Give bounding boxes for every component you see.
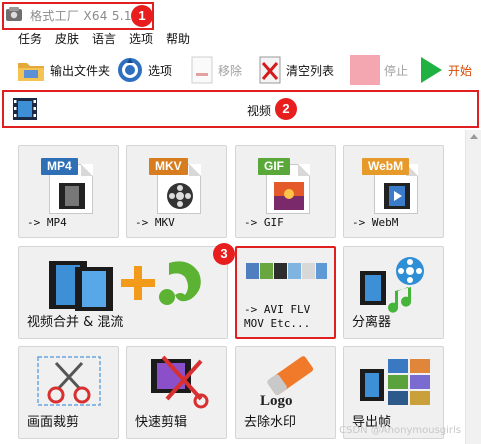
mkv-format-tag: MKV — [149, 158, 188, 175]
gif-format-tag: GIF — [258, 158, 290, 175]
menu-language[interactable]: 语言 — [92, 30, 116, 47]
highlight-box-3 — [235, 246, 336, 339]
tile-to-mp4[interactable]: MP4 -> MP4 — [18, 145, 119, 238]
vertical-scrollbar[interactable] — [465, 130, 481, 444]
options-button[interactable]: 选项 — [116, 54, 172, 86]
options-gear-icon — [118, 58, 142, 82]
film-reel-icon — [167, 183, 193, 209]
remove-button[interactable]: 移除 — [190, 54, 242, 86]
annotation-badge-2: 2 — [275, 98, 297, 120]
stop-button[interactable]: 停止 — [350, 54, 408, 86]
webm-format-tag: WebM — [362, 158, 410, 175]
remove-document-icon — [191, 56, 213, 84]
tile-label: 快速剪辑 — [135, 415, 188, 430]
logo-text: Logo — [260, 393, 293, 409]
tile-to-gif[interactable]: GIF -> GIF — [235, 145, 336, 238]
mp4-format-tag: MP4 — [41, 158, 78, 175]
title-bar: 格式工厂 X64 5.17 1 — [0, 0, 481, 30]
stop-square-icon — [350, 55, 380, 85]
tile-label: 画面裁剪 — [27, 415, 80, 430]
toolbar: 输出文件夹 选项 移除 清空列表 停止 开始 — [0, 50, 481, 90]
tile-label: -> GIF — [244, 216, 284, 229]
menu-task[interactable]: 任务 — [18, 30, 42, 47]
tile-quick-cut[interactable]: 快速剪辑 — [126, 346, 227, 439]
tile-remove-watermark[interactable]: Logo 去除水印 — [235, 346, 336, 439]
clear-list-icon — [259, 56, 281, 84]
video-section-header[interactable]: 视频 — [2, 90, 479, 128]
start-button[interactable]: 开始 — [418, 54, 472, 86]
annotation-badge-1: 1 — [131, 5, 153, 27]
folder-icon — [18, 63, 44, 81]
video-play-icon — [384, 183, 410, 209]
tile-label: 去除水印 — [244, 415, 297, 430]
tile-label: -> WebM — [352, 216, 399, 229]
section-title: 视频 — [247, 104, 272, 118]
film-icon — [59, 183, 85, 209]
merge-icon — [49, 261, 201, 311]
tile-crop[interactable]: 画面裁剪 — [18, 346, 119, 439]
tile-to-webm[interactable]: WebM -> WebM — [343, 145, 444, 238]
menu-bar: 任务 皮肤 语言 选项 帮助 — [0, 28, 481, 48]
play-icon — [421, 57, 442, 83]
menu-skin[interactable]: 皮肤 — [55, 30, 79, 47]
tile-video-merge[interactable]: 视频合并 & 混流 — [18, 246, 228, 339]
tile-label: 视频合并 & 混流 — [27, 315, 124, 330]
tile-label: -> MP4 — [27, 216, 67, 229]
tile-splitter[interactable]: 分离器 — [343, 246, 444, 339]
tile-to-mkv[interactable]: MKV -> MKV — [126, 145, 227, 238]
annotation-badge-3: 3 — [213, 243, 235, 265]
quick-cut-icon — [151, 355, 209, 409]
scroll-up-arrow-icon[interactable] — [470, 134, 478, 139]
tile-label: 分离器 — [352, 315, 392, 330]
export-frames-icon — [360, 359, 430, 405]
menu-options[interactable]: 选项 — [129, 30, 153, 47]
tile-label: -> MKV — [135, 216, 175, 229]
menu-help[interactable]: 帮助 — [166, 30, 190, 47]
splitter-icon — [360, 257, 424, 313]
sunset-image-icon — [274, 182, 304, 210]
output-folder-button[interactable]: 输出文件夹 — [16, 54, 110, 86]
watermark-text: CSDN @Anonymousgirls — [339, 425, 461, 436]
film-strip-icon — [13, 98, 37, 120]
crop-scissors-icon — [37, 356, 101, 406]
clear-list-button[interactable]: 清空列表 — [258, 54, 334, 86]
